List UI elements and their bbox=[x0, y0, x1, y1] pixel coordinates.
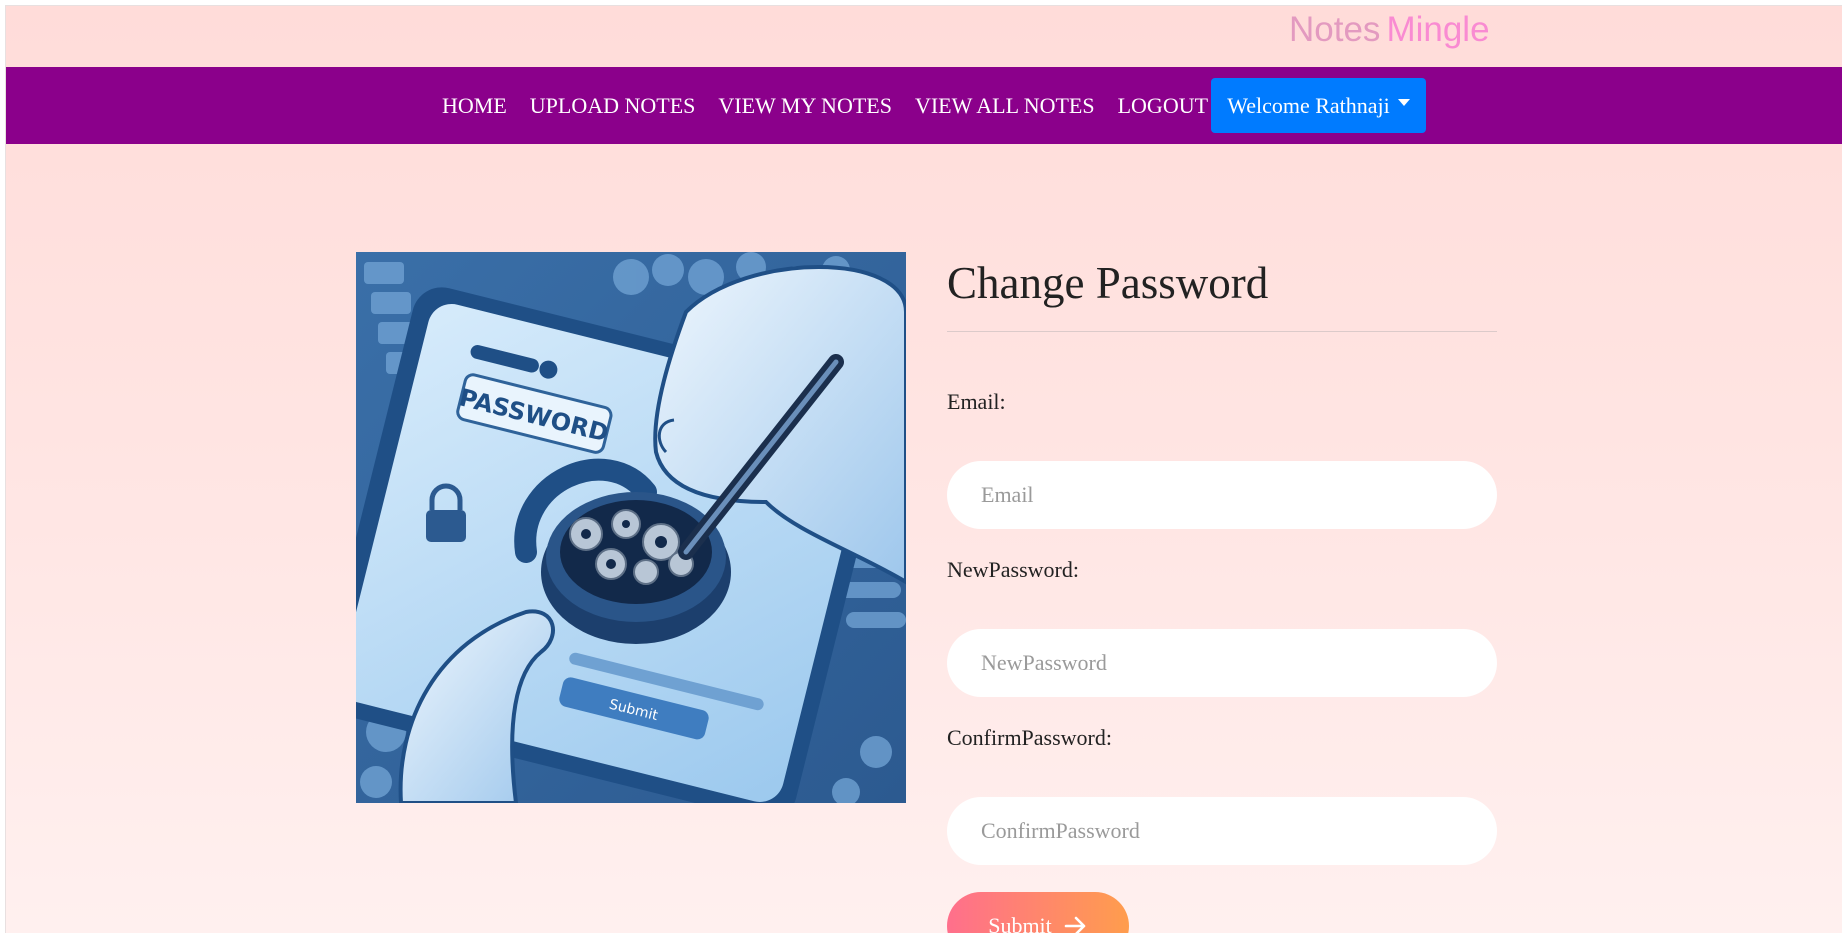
arrow-right-icon bbox=[1064, 916, 1086, 933]
main-navbar: HOME UPLOAD NOTES VIEW MY NOTES VIEW ALL… bbox=[6, 67, 1842, 144]
nav-logout-link[interactable]: LOGOUT bbox=[1118, 93, 1208, 119]
brand-part-2: Mingle bbox=[1386, 10, 1490, 49]
confirm-password-input[interactable] bbox=[947, 797, 1497, 865]
user-dropdown-button[interactable]: Welcome Rathnaji bbox=[1211, 78, 1426, 133]
email-input[interactable] bbox=[947, 461, 1497, 529]
hero-illustration: PASSWORD Submit bbox=[356, 252, 906, 803]
nav-links: HOME UPLOAD NOTES VIEW MY NOTES VIEW ALL… bbox=[442, 67, 1231, 144]
nav-home-link[interactable]: HOME bbox=[442, 93, 507, 119]
nav-upload-notes-link[interactable]: UPLOAD NOTES bbox=[530, 93, 696, 119]
phone-padlock-illustration: PASSWORD Submit bbox=[356, 252, 906, 803]
page-frame: Notes Mingle HOME UPLOAD NOTES VIEW MY NO… bbox=[5, 5, 1842, 933]
top-header: Notes Mingle bbox=[6, 6, 1842, 67]
submit-button[interactable]: Submit bbox=[947, 892, 1129, 933]
form-title: Change Password bbox=[947, 258, 1269, 308]
new-password-input[interactable] bbox=[947, 629, 1497, 697]
nav-view-all-notes-link[interactable]: VIEW ALL NOTES bbox=[915, 93, 1095, 119]
confirm-password-label: ConfirmPassword: bbox=[947, 725, 1112, 750]
nav-view-my-notes-link[interactable]: VIEW MY NOTES bbox=[718, 93, 892, 119]
submit-label: Submit bbox=[988, 913, 1052, 933]
user-dropdown-label: Welcome Rathnaji bbox=[1227, 92, 1390, 118]
email-label: Email: bbox=[947, 389, 1006, 414]
new-password-label: NewPassword: bbox=[947, 557, 1079, 582]
brand-part-1: Notes bbox=[1289, 10, 1381, 49]
caret-down-icon bbox=[1397, 99, 1410, 106]
title-divider bbox=[947, 331, 1497, 332]
brand-logo[interactable]: Notes Mingle bbox=[1289, 8, 1490, 52]
